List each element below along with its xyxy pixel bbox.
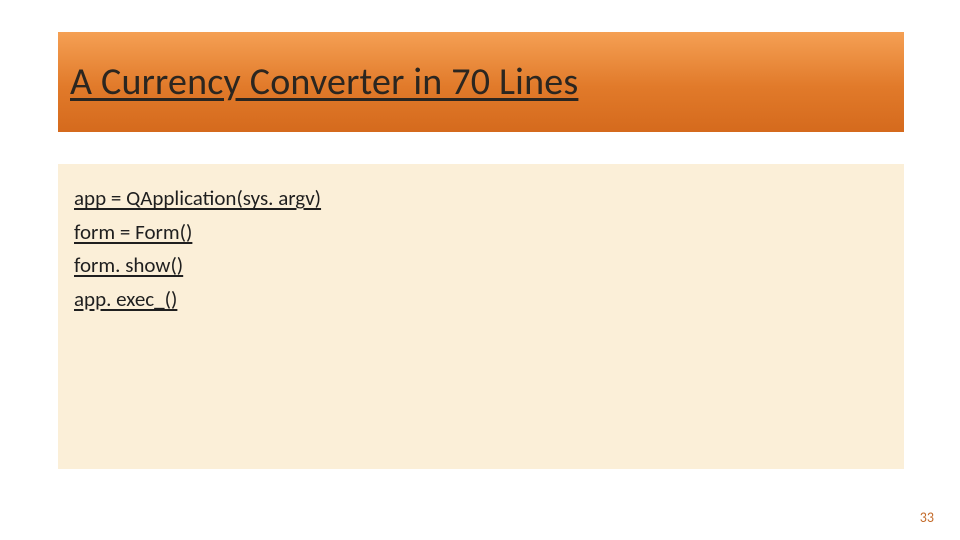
slide-title: A Currency Converter in 70 Lines [70,59,578,105]
code-line: app. exec_() [74,283,888,317]
slide-title-bar: A Currency Converter in 70 Lines [58,32,904,132]
code-line: form. show() [74,249,888,283]
code-line: app = QApplication(sys. argv) [74,182,888,216]
code-line: form = Form() [74,216,888,250]
slide-content: app = QApplication(sys. argv) form = For… [58,164,904,469]
page-number: 33 [920,509,934,526]
